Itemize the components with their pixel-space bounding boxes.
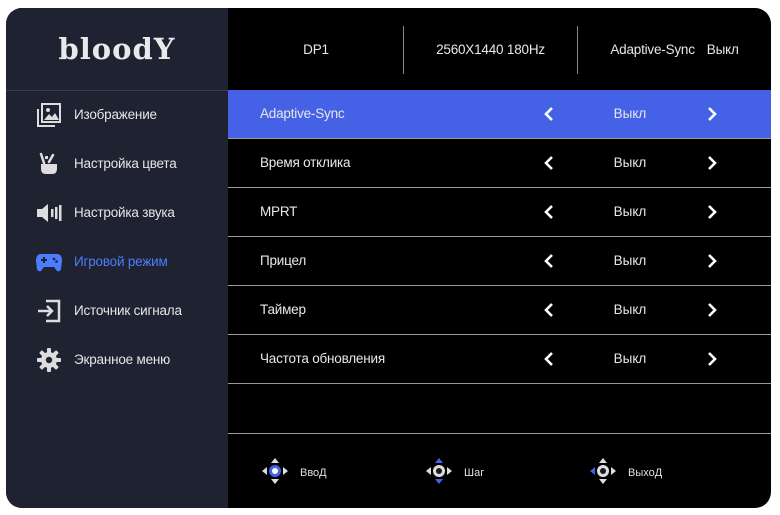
sidebar-item-game-mode[interactable]: Игровой режим	[6, 237, 228, 286]
setting-name: Прицел	[260, 253, 307, 268]
setting-row-timer[interactable]: Таймер Выкл	[228, 286, 771, 335]
setting-value: Выкл	[613, 106, 647, 121]
setting-name: Adaptive-Sync	[260, 106, 345, 121]
sidebar-item-label: Настройка звука	[74, 205, 175, 220]
setting-value: Выкл	[613, 204, 647, 219]
joystick-step-icon	[424, 456, 454, 491]
sidebar-item-color[interactable]: Настройка цвета	[6, 139, 228, 188]
setting-name: MPRT	[260, 204, 298, 219]
hint-enter: ВвоД	[260, 456, 327, 490]
sidebar-item-label: Экранное меню	[74, 352, 171, 367]
setting-row-adaptive-sync[interactable]: Adaptive-Sync Выкл	[228, 90, 771, 139]
bloody-logo: bloodY	[58, 32, 176, 66]
setting-name: Время отклика	[260, 155, 351, 170]
footer-divider	[228, 433, 771, 434]
resolution-indicator: 2560X1440 180Hz	[436, 41, 545, 57]
sidebar-item-image[interactable]: Изображение	[6, 90, 228, 139]
gear-icon	[35, 346, 63, 374]
chevron-left-icon[interactable]	[541, 286, 557, 334]
hint-label: ВвоД	[300, 467, 327, 479]
chevron-right-icon[interactable]	[704, 90, 720, 138]
chevron-right-icon[interactable]	[704, 237, 720, 285]
sidebar-item-osd[interactable]: Экранное меню	[6, 335, 228, 384]
chevron-left-icon[interactable]	[541, 188, 557, 236]
hint-exit: ВыхоД	[588, 456, 662, 490]
color-settings-icon	[35, 150, 63, 178]
osd-menu: bloodY Изображение Настройка цвета Настр…	[6, 8, 771, 508]
setting-name: Таймер	[260, 302, 306, 317]
setting-row-mprt[interactable]: MPRT Выкл	[228, 188, 771, 237]
joystick-exit-icon	[588, 456, 618, 491]
sidebar-item-label: Игровой режим	[74, 254, 168, 269]
hint-label: ВыхоД	[628, 467, 663, 479]
setting-value: Выкл	[613, 155, 647, 170]
chevron-right-icon[interactable]	[704, 188, 720, 236]
row-divider	[228, 383, 771, 384]
sidebar-item-input-source[interactable]: Источник сигнала	[6, 286, 228, 335]
setting-value: Выкл	[613, 253, 647, 268]
adaptive-sync-value: Выкл	[706, 41, 739, 57]
setting-value: Выкл	[613, 351, 647, 366]
sidebar-item-label: Настройка цвета	[74, 156, 177, 171]
image-icon	[35, 101, 63, 129]
sidebar: bloodY Изображение Настройка цвета Настр…	[6, 8, 228, 508]
chevron-right-icon[interactable]	[704, 335, 720, 383]
adaptive-sync-status: Adaptive-Sync Выкл	[578, 8, 771, 90]
chevron-right-icon[interactable]	[704, 139, 720, 187]
gamepad-icon	[35, 248, 63, 276]
chevron-left-icon[interactable]	[541, 139, 557, 187]
sidebar-item-label: Изображение	[74, 107, 157, 122]
adaptive-sync-label: Adaptive-Sync	[610, 41, 695, 57]
chevron-left-icon[interactable]	[541, 335, 557, 383]
hint-step: Шаг	[424, 456, 484, 490]
hint-label: Шаг	[464, 467, 485, 479]
sidebar-item-label: Источник сигнала	[74, 303, 182, 318]
speaker-icon	[35, 199, 63, 227]
setting-value: Выкл	[613, 302, 647, 317]
input-indicator: DP1	[303, 41, 329, 57]
chevron-left-icon[interactable]	[541, 237, 557, 285]
sidebar-item-sound[interactable]: Настройка звука	[6, 188, 228, 237]
chevron-left-icon[interactable]	[541, 90, 557, 138]
chevron-right-icon[interactable]	[704, 286, 720, 334]
setting-row-response-time[interactable]: Время отклика Выкл	[228, 139, 771, 188]
joystick-enter-icon	[260, 456, 290, 491]
setting-name: Частота обновления	[260, 351, 385, 366]
input-source-icon	[35, 297, 63, 325]
setting-row-refresh-rate[interactable]: Частота обновления Выкл	[228, 335, 771, 384]
setting-row-crosshair[interactable]: Прицел Выкл	[228, 237, 771, 286]
